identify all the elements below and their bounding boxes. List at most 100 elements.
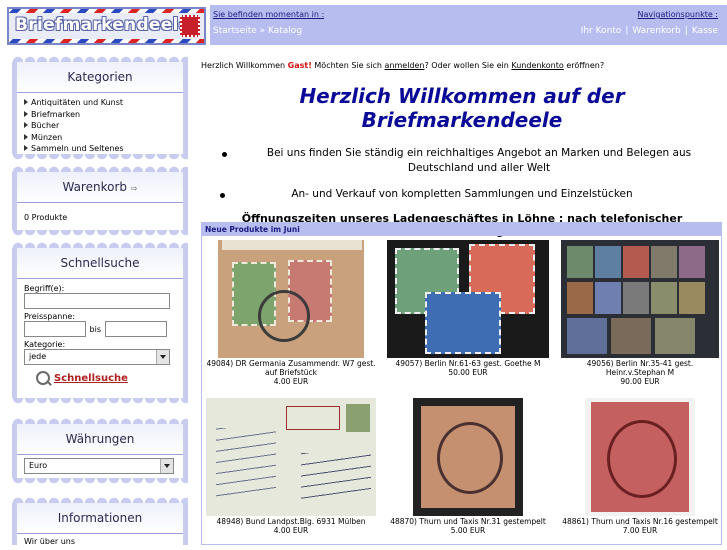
welcome-suffix: eröffnen? <box>566 61 605 70</box>
login-link[interactable]: anmelden <box>385 61 425 70</box>
product-item[interactable]: 49084) DR Germania Zusammendr. W7 gest. … <box>205 240 377 386</box>
box-header: Informationen <box>12 497 188 534</box>
page-header: Briefmarkendeele Sie befinden momentan i… <box>0 0 727 46</box>
currencies-title: Währungen <box>65 432 135 446</box>
cart-arrow-icon: ⇨ <box>130 184 138 193</box>
chevron-down-icon <box>156 350 169 364</box>
product-caption[interactable]: 48861) Thurn und Taxis Nr.16 gestempelt <box>559 517 721 526</box>
category-label: Antiquitäten und Kunst <box>31 98 124 107</box>
category-item[interactable]: Bücher <box>24 120 176 132</box>
nav-link-cart[interactable]: Warenkorb <box>632 26 680 36</box>
product-item[interactable]: 48861) Thurn und Taxis Nr.16 gestempelt … <box>559 398 721 535</box>
cart-content: 0 Produkte <box>24 213 68 222</box>
airmail-stripe <box>9 39 204 43</box>
product-caption[interactable]: 49057) Berlin Nr.61-63 gest. Goethe M <box>382 359 554 368</box>
guest-label: Gast! <box>287 61 312 70</box>
welcome-prefix: Herzlich Willkommen <box>201 61 286 70</box>
search-icon <box>36 371 50 385</box>
box-header: Kategorien <box>12 56 188 93</box>
nav-link-account[interactable]: Ihr Konto <box>581 26 622 36</box>
product-image[interactable] <box>387 240 549 358</box>
site-logo[interactable]: Briefmarkendeele <box>7 7 206 45</box>
cart-title-label: Warenkorb <box>62 180 127 194</box>
categories-box: Kategorien Antiquitäten und Kunst Briefm… <box>12 56 188 160</box>
quick-search-button[interactable]: Schnellsuche <box>24 370 176 388</box>
cart-title[interactable]: Warenkorb ⇨ <box>17 180 183 194</box>
product-price: 7.00 EUR <box>622 526 658 535</box>
product-caption[interactable]: 49056) Berlin Nr.35-41 gest. Heinr.v.Ste… <box>559 359 721 377</box>
category-label: Münzen <box>31 132 63 142</box>
bullet-text: An- und Verkauf von kompletten Sammlunge… <box>291 188 633 200</box>
nav-links: Ihr Konto | Warenkorb | Kasse <box>580 26 718 36</box>
triangle-icon <box>24 99 28 105</box>
product-price: 90.00 EUR <box>620 377 660 386</box>
box-footer <box>12 478 188 484</box>
currencies-box: Währungen Euro <box>12 418 188 484</box>
category-select-label: Kategorie: <box>24 340 66 349</box>
new-products-heading: Neue Produkte im Juni <box>202 223 721 236</box>
category-label: Briefmarken <box>31 109 81 119</box>
information-title: Informationen <box>57 511 143 525</box>
product-image[interactable] <box>413 398 523 516</box>
chevron-down-icon <box>160 459 173 473</box>
bullet-text: Bei uns finden Sie ständig ein reichhalt… <box>266 147 692 174</box>
product-item[interactable]: 49057) Berlin Nr.61-63 gest. Goethe M 50… <box>382 240 554 377</box>
category-select[interactable]: jede <box>24 349 170 365</box>
navigation-bar: Sie befinden momentan in : Startseite » … <box>210 5 727 45</box>
category-item[interactable]: Sammeln und Seltenes <box>24 143 176 155</box>
cart-box: Warenkorb ⇨ 0 Produkte <box>12 166 188 236</box>
product-price: 4.00 EUR <box>273 526 309 535</box>
nav-label: Navigationspunkte : <box>637 10 718 19</box>
currency-select-value: Euro <box>29 461 48 470</box>
information-box: Informationen Wir über uns <box>12 497 188 546</box>
new-products-box: Neue Produkte im Juni 49084) DR Germania… <box>201 222 722 545</box>
airmail-stripe <box>9 9 204 13</box>
categories-title: Kategorien <box>67 70 133 84</box>
quick-search-box: Schnellsuche Begriff(e): Preisspanne: bi… <box>12 242 188 404</box>
quick-search-title: Schnellsuche <box>60 256 140 270</box>
box-header: Schnellsuche <box>12 242 188 279</box>
main-content: Herzlich Willkommen Gast! Möchten Sie si… <box>201 58 723 238</box>
currency-select[interactable]: Euro <box>24 458 174 474</box>
category-select-value: jede <box>29 352 47 361</box>
keywords-label: Begriff(e): <box>24 284 65 293</box>
to-label: bis <box>89 324 102 334</box>
product-price: 50.00 EUR <box>448 368 488 377</box>
product-image[interactable] <box>585 398 695 516</box>
triangle-icon <box>24 133 28 140</box>
box-footer <box>12 230 188 236</box>
category-list: Antiquitäten und Kunst Briefmarken Büche… <box>24 97 176 155</box>
quick-search-button-label: Schnellsuche <box>54 373 128 384</box>
price-to-input[interactable] <box>104 321 167 337</box>
keywords-input[interactable] <box>24 293 170 309</box>
welcome-line: Herzlich Willkommen Gast! Möchten Sie si… <box>201 61 723 70</box>
category-item[interactable]: Briefmarken <box>24 109 176 121</box>
product-item[interactable]: 49056) Berlin Nr.35-41 gest. Heinr.v.Ste… <box>559 240 721 386</box>
breadcrumb[interactable]: Startseite » Katalog <box>213 26 302 36</box>
product-image[interactable] <box>218 240 364 358</box>
price-from-input[interactable] <box>24 321 86 337</box>
product-image[interactable] <box>206 398 376 516</box>
stamp-icon <box>180 15 200 37</box>
product-image[interactable] <box>561 240 719 358</box>
product-caption[interactable]: 49084) DR Germania Zusammendr. W7 gest. … <box>205 359 377 377</box>
bullet-item: An- und Verkauf von kompletten Sammlunge… <box>201 187 723 202</box>
product-item[interactable]: 48870) Thurn und Taxis Nr.31 gestempelt … <box>382 398 554 535</box>
product-item[interactable]: 48948) Bund Landpst.Blg. 6931 Mülben 4.0… <box>205 398 377 535</box>
logo-text: Briefmarkendeele <box>15 15 191 35</box>
product-price: 5.00 EUR <box>450 526 486 535</box>
box-footer <box>12 154 188 160</box>
price-range-label: Preisspanne: <box>24 312 76 321</box>
category-item[interactable]: Antiquitäten und Kunst <box>24 97 176 109</box>
triangle-icon <box>24 145 28 151</box>
box-header: Warenkorb ⇨ <box>12 166 188 203</box>
page-title: Herzlich Willkommen auf der Briefmarkend… <box>299 84 625 132</box>
product-caption[interactable]: 48948) Bund Landpst.Blg. 6931 Mülben <box>205 517 377 526</box>
category-label: Sammeln und Seltenes <box>31 144 124 153</box>
category-item[interactable]: Münzen <box>24 132 176 144</box>
triangle-icon <box>24 110 28 117</box>
create-account-link[interactable]: Kundenkonto <box>511 61 563 70</box>
product-caption[interactable]: 48870) Thurn und Taxis Nr.31 gestempelt <box>382 517 554 526</box>
category-label: Bücher <box>31 121 60 130</box>
nav-link-checkout[interactable]: Kasse <box>692 26 718 36</box>
